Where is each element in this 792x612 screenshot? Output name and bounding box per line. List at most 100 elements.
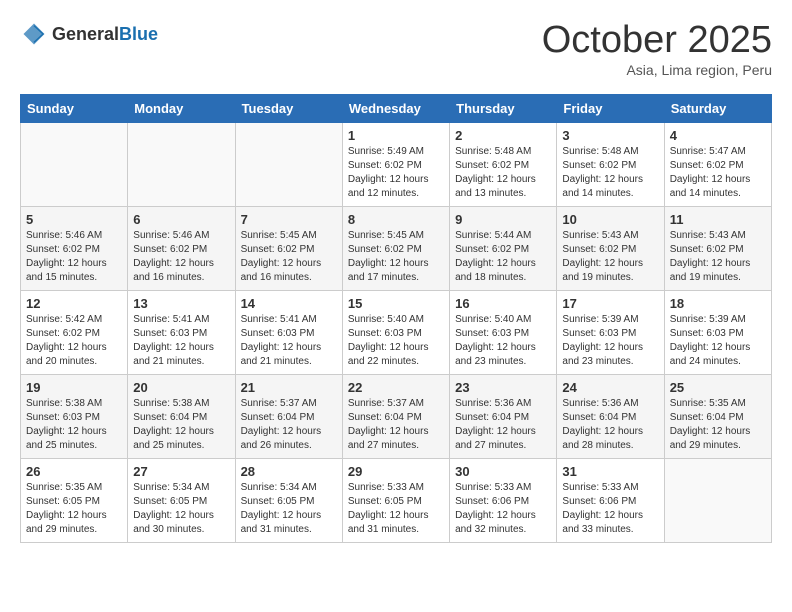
day-info: Sunrise: 5:47 AM Sunset: 6:02 PM Dayligh…: [670, 145, 766, 201]
day-number: 16: [455, 296, 551, 311]
day-number: 26: [26, 464, 122, 479]
day-number: 19: [26, 380, 122, 395]
calendar-cell: 22 Sunrise: 5:37 AM Sunset: 6:04 PM Dayli…: [342, 374, 449, 458]
calendar-cell: 8 Sunrise: 5:45 AM Sunset: 6:02 PM Daylig…: [342, 206, 449, 290]
calendar-cell: 26 Sunrise: 5:35 AM Sunset: 6:05 PM Dayli…: [21, 458, 128, 542]
day-number: 21: [241, 380, 337, 395]
day-number: 31: [562, 464, 658, 479]
calendar-cell: 13Sunrise: 5:41 AM Sunset: 6:03 PM Dayli…: [128, 290, 235, 374]
weekday-header-monday: Monday: [128, 94, 235, 122]
weekday-header-saturday: Saturday: [664, 94, 771, 122]
calendar-cell: 14 Sunrise: 5:41 AM Sunset: 6:03 PM Dayli…: [235, 290, 342, 374]
title-area: October 2025 Asia, Lima region, Peru: [542, 20, 772, 78]
day-number: 24: [562, 380, 658, 395]
day-number: 20: [133, 380, 229, 395]
day-info: Sunrise: 5:36 AM Sunset: 6:04 PM Dayligh…: [455, 397, 551, 453]
logo-icon: [20, 20, 48, 48]
calendar-cell: 6Sunrise: 5:46 AM Sunset: 6:02 PM Daylig…: [128, 206, 235, 290]
calendar-cell: 17Sunrise: 5:39 AM Sunset: 6:03 PM Dayli…: [557, 290, 664, 374]
day-info: Sunrise: 5:39 AM Sunset: 6:03 PM Dayligh…: [562, 313, 658, 369]
day-number: 12: [26, 296, 122, 311]
calendar-cell: 28Sunrise: 5:34 AM Sunset: 6:05 PM Dayli…: [235, 458, 342, 542]
calendar-cell: 27 Sunrise: 5:34 AM Sunset: 6:05 PM Dayli…: [128, 458, 235, 542]
day-info: Sunrise: 5:36 AM Sunset: 6:04 PM Dayligh…: [562, 397, 658, 453]
day-number: 25: [670, 380, 766, 395]
day-info: Sunrise: 5:33 AM Sunset: 6:05 PM Dayligh…: [348, 481, 444, 537]
day-number: 30: [455, 464, 551, 479]
day-number: 10: [562, 212, 658, 227]
day-info: Sunrise: 5:46 AM Sunset: 6:02 PM Dayligh…: [133, 229, 229, 285]
day-info: Sunrise: 5:39 AM Sunset: 6:03 PM Dayligh…: [670, 313, 766, 369]
subtitle: Asia, Lima region, Peru: [542, 62, 772, 78]
day-info: Sunrise: 5:33 AM Sunset: 6:06 PM Dayligh…: [455, 481, 551, 537]
day-info: Sunrise: 5:37 AM Sunset: 6:04 PM Dayligh…: [241, 397, 337, 453]
calendar-cell: 19 Sunrise: 5:38 AM Sunset: 6:03 PM Dayli…: [21, 374, 128, 458]
day-info: Sunrise: 5:42 AM Sunset: 6:02 PM Dayligh…: [26, 313, 122, 369]
calendar-cell: 16 Sunrise: 5:40 AM Sunset: 6:03 PM Dayli…: [450, 290, 557, 374]
calendar-cell: 3Sunrise: 5:48 AM Sunset: 6:02 PM Daylig…: [557, 122, 664, 206]
weekday-header-wednesday: Wednesday: [342, 94, 449, 122]
calendar-week-row: 19 Sunrise: 5:38 AM Sunset: 6:03 PM Dayli…: [21, 374, 772, 458]
day-info: Sunrise: 5:43 AM Sunset: 6:02 PM Dayligh…: [670, 229, 766, 285]
day-info: Sunrise: 5:41 AM Sunset: 6:03 PM Dayligh…: [241, 313, 337, 369]
calendar-cell: 11Sunrise: 5:43 AM Sunset: 6:02 PM Dayli…: [664, 206, 771, 290]
calendar-week-row: 26 Sunrise: 5:35 AM Sunset: 6:05 PM Dayli…: [21, 458, 772, 542]
day-number: 14: [241, 296, 337, 311]
day-number: 2: [455, 128, 551, 143]
day-info: Sunrise: 5:34 AM Sunset: 6:05 PM Dayligh…: [241, 481, 337, 537]
day-number: 5: [26, 212, 122, 227]
day-info: Sunrise: 5:45 AM Sunset: 6:02 PM Dayligh…: [348, 229, 444, 285]
day-info: Sunrise: 5:33 AM Sunset: 6:06 PM Dayligh…: [562, 481, 658, 537]
day-info: Sunrise: 5:37 AM Sunset: 6:04 PM Dayligh…: [348, 397, 444, 453]
calendar-cell: 18 Sunrise: 5:39 AM Sunset: 6:03 PM Dayli…: [664, 290, 771, 374]
calendar-table: SundayMondayTuesdayWednesdayThursdayFrid…: [20, 94, 772, 543]
calendar-cell: 2Sunrise: 5:48 AM Sunset: 6:02 PM Daylig…: [450, 122, 557, 206]
day-info: Sunrise: 5:35 AM Sunset: 6:04 PM Dayligh…: [670, 397, 766, 453]
logo-text-blue: Blue: [119, 24, 158, 45]
day-info: Sunrise: 5:49 AM Sunset: 6:02 PM Dayligh…: [348, 145, 444, 201]
calendar-cell: [21, 122, 128, 206]
calendar-cell: 1Sunrise: 5:49 AM Sunset: 6:02 PM Daylig…: [342, 122, 449, 206]
calendar-cell: 30 Sunrise: 5:33 AM Sunset: 6:06 PM Dayli…: [450, 458, 557, 542]
day-info: Sunrise: 5:38 AM Sunset: 6:04 PM Dayligh…: [133, 397, 229, 453]
calendar-cell: 9Sunrise: 5:44 AM Sunset: 6:02 PM Daylig…: [450, 206, 557, 290]
calendar-cell: [128, 122, 235, 206]
weekday-header-thursday: Thursday: [450, 94, 557, 122]
day-number: 23: [455, 380, 551, 395]
calendar-cell: 10 Sunrise: 5:43 AM Sunset: 6:02 PM Dayli…: [557, 206, 664, 290]
calendar-cell: [664, 458, 771, 542]
logo-text-general: General: [52, 24, 119, 45]
day-info: Sunrise: 5:41 AM Sunset: 6:03 PM Dayligh…: [133, 313, 229, 369]
calendar-week-row: 1Sunrise: 5:49 AM Sunset: 6:02 PM Daylig…: [21, 122, 772, 206]
day-number: 15: [348, 296, 444, 311]
day-info: Sunrise: 5:35 AM Sunset: 6:05 PM Dayligh…: [26, 481, 122, 537]
logo: General Blue: [20, 20, 158, 48]
day-number: 27: [133, 464, 229, 479]
day-info: Sunrise: 5:45 AM Sunset: 6:02 PM Dayligh…: [241, 229, 337, 285]
day-number: 8: [348, 212, 444, 227]
day-number: 7: [241, 212, 337, 227]
calendar-cell: 20 Sunrise: 5:38 AM Sunset: 6:04 PM Dayli…: [128, 374, 235, 458]
weekday-header-friday: Friday: [557, 94, 664, 122]
calendar-cell: 31 Sunrise: 5:33 AM Sunset: 6:06 PM Dayli…: [557, 458, 664, 542]
day-number: 4: [670, 128, 766, 143]
weekday-header-row: SundayMondayTuesdayWednesdayThursdayFrid…: [21, 94, 772, 122]
day-number: 3: [562, 128, 658, 143]
calendar-cell: 7 Sunrise: 5:45 AM Sunset: 6:02 PM Daylig…: [235, 206, 342, 290]
day-number: 22: [348, 380, 444, 395]
day-number: 9: [455, 212, 551, 227]
day-info: Sunrise: 5:43 AM Sunset: 6:02 PM Dayligh…: [562, 229, 658, 285]
day-info: Sunrise: 5:46 AM Sunset: 6:02 PM Dayligh…: [26, 229, 122, 285]
day-info: Sunrise: 5:40 AM Sunset: 6:03 PM Dayligh…: [455, 313, 551, 369]
calendar-cell: 21 Sunrise: 5:37 AM Sunset: 6:04 PM Dayli…: [235, 374, 342, 458]
calendar-cell: 4 Sunrise: 5:47 AM Sunset: 6:02 PM Daylig…: [664, 122, 771, 206]
calendar-week-row: 12 Sunrise: 5:42 AM Sunset: 6:02 PM Dayli…: [21, 290, 772, 374]
day-info: Sunrise: 5:34 AM Sunset: 6:05 PM Dayligh…: [133, 481, 229, 537]
calendar-cell: 25 Sunrise: 5:35 AM Sunset: 6:04 PM Dayli…: [664, 374, 771, 458]
calendar-cell: 15 Sunrise: 5:40 AM Sunset: 6:03 PM Dayli…: [342, 290, 449, 374]
calendar-cell: 24 Sunrise: 5:36 AM Sunset: 6:04 PM Dayli…: [557, 374, 664, 458]
day-number: 18: [670, 296, 766, 311]
day-info: Sunrise: 5:38 AM Sunset: 6:03 PM Dayligh…: [26, 397, 122, 453]
month-title: October 2025: [542, 20, 772, 62]
day-info: Sunrise: 5:40 AM Sunset: 6:03 PM Dayligh…: [348, 313, 444, 369]
